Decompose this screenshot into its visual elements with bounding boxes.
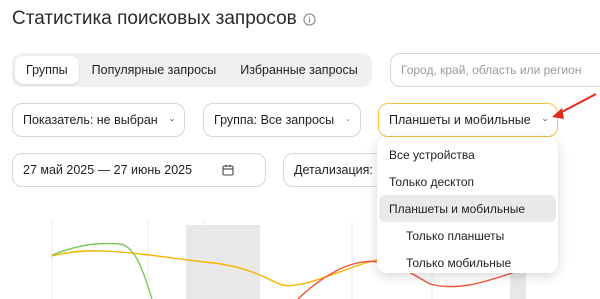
annotation-arrow <box>552 93 597 119</box>
device-dropdown-menu: Все устройства Только десктоп Планшеты и… <box>377 137 558 273</box>
chart-line-green <box>51 242 153 299</box>
chevron-down-icon <box>346 119 350 122</box>
device-option-mobile[interactable]: Только мобильные <box>377 249 558 276</box>
info-icon[interactable] <box>303 12 316 26</box>
calendar-icon <box>222 164 234 176</box>
page-title: Статистика поисковых запросов <box>12 8 316 30</box>
tab-groups[interactable]: Группы <box>15 56 79 84</box>
group-select-label: Группа: Все запросы <box>214 113 335 127</box>
page-title-text: Статистика поисковых запросов <box>12 8 297 29</box>
tab-group: Группы Популярные запросы Избранные запр… <box>12 53 372 87</box>
chart-highlight-band <box>186 225 260 299</box>
device-option-all[interactable]: Все устройства <box>377 141 558 168</box>
chevron-down-icon <box>169 118 174 122</box>
device-option-tablets-mobile[interactable]: Планшеты и мобильные <box>379 195 556 222</box>
date-range-picker[interactable]: 27 май 2025 — 27 июнь 2025 <box>12 153 266 187</box>
metric-select[interactable]: Показатель: не выбран <box>12 103 185 137</box>
group-select[interactable]: Группа: Все запросы <box>203 103 361 137</box>
region-search-input[interactable] <box>390 53 600 87</box>
tab-popular-queries[interactable]: Популярные запросы <box>81 56 228 84</box>
device-option-desktop[interactable]: Только десктоп <box>377 168 558 195</box>
metric-select-label: Показатель: не выбран <box>23 113 158 127</box>
device-option-tablets[interactable]: Только планшеты <box>377 222 558 249</box>
detail-select-label: Детализация: п <box>294 163 384 177</box>
tab-favorite-queries[interactable]: Избранные запросы <box>229 56 368 84</box>
date-range-label: 27 май 2025 — 27 июнь 2025 <box>23 163 193 177</box>
